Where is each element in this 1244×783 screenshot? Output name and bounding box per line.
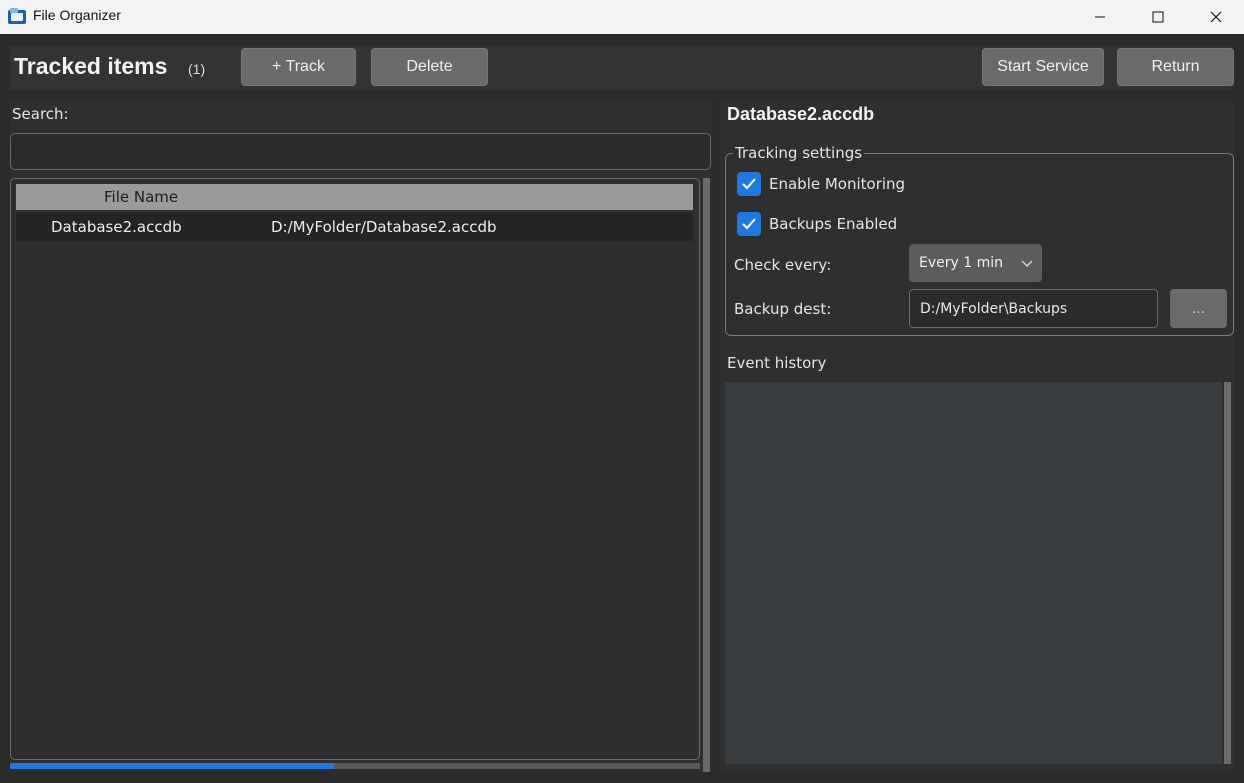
backups-enabled-checkbox[interactable] (737, 212, 761, 236)
check-every-select[interactable]: Every 1 min (909, 244, 1042, 282)
backup-dest-label: Backup dest: (734, 300, 832, 318)
selected-file-title: Database2.accdb (727, 104, 875, 124)
browse-button[interactable]: ... (1170, 289, 1227, 328)
checkmark-icon (742, 178, 756, 190)
backups-enabled-label[interactable]: Backups Enabled (769, 215, 897, 233)
backup-dest-field[interactable]: D:/MyFolder\Backups (909, 289, 1158, 328)
enable-monitoring-label[interactable]: Enable Monitoring (769, 175, 905, 193)
tracked-items-table[interactable] (10, 178, 700, 760)
file-name-cell: Database2.accdb (51, 218, 182, 236)
minimize-icon (1095, 16, 1105, 18)
tracking-settings-title: Tracking settings (733, 144, 865, 162)
event-history-list[interactable] (725, 382, 1222, 764)
table-header[interactable]: File Name (16, 184, 693, 210)
check-every-label: Check every: (734, 256, 832, 274)
history-vertical-scrollbar[interactable] (1224, 382, 1231, 764)
minimize-button[interactable] (1071, 0, 1129, 34)
table-row[interactable]: Database2.accdb D:/MyFolder/Database2.ac… (16, 213, 693, 241)
window-title: File Organizer (33, 7, 121, 23)
folder-app-icon (8, 8, 26, 24)
file-path-cell: D:/MyFolder/Database2.accdb (271, 218, 497, 236)
checkmark-icon (742, 218, 756, 230)
table-vertical-scrollbar[interactable] (703, 178, 710, 772)
item-count: (1) (188, 61, 206, 77)
chevron-down-icon (1021, 260, 1033, 267)
title-bar: File Organizer (0, 0, 1244, 34)
check-every-value: Every 1 min (919, 255, 1003, 271)
track-button[interactable]: + Track (241, 48, 356, 86)
search-input[interactable] (10, 133, 711, 170)
close-button[interactable] (1187, 0, 1244, 34)
close-icon (1210, 11, 1222, 23)
delete-button[interactable]: Delete (371, 48, 488, 86)
horizontal-scroll-thumb[interactable] (10, 763, 334, 769)
column-file-name[interactable]: File Name (104, 188, 178, 206)
event-history-label: Event history (727, 354, 827, 372)
start-service-button[interactable]: Start Service (982, 48, 1104, 86)
page-title: Tracked items (14, 53, 168, 79)
return-button[interactable]: Return (1117, 48, 1234, 86)
backup-dest-value: D:/MyFolder\Backups (920, 301, 1068, 317)
search-label: Search: (12, 105, 69, 123)
maximize-button[interactable] (1129, 0, 1187, 34)
enable-monitoring-checkbox[interactable] (737, 172, 761, 196)
maximize-icon (1152, 11, 1164, 23)
